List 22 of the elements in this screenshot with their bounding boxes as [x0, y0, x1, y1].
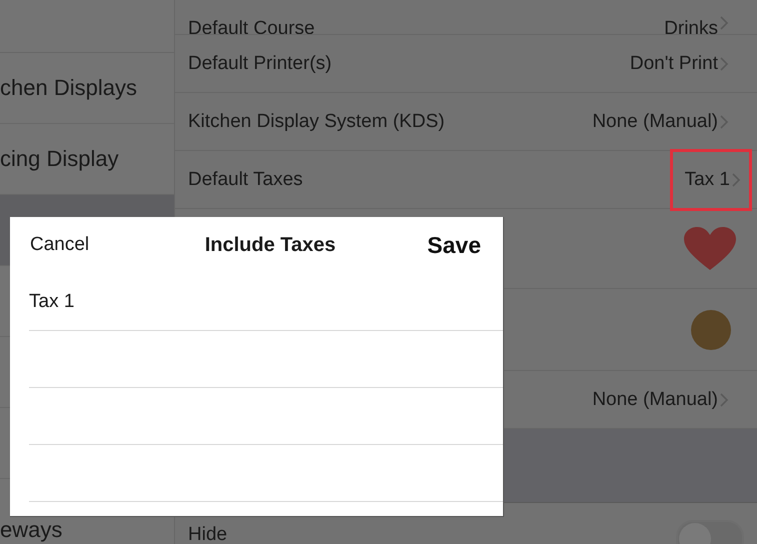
- chevron-icon: [719, 114, 729, 130]
- chevron-icon: [731, 172, 741, 188]
- save-button[interactable]: Save: [427, 232, 481, 258]
- cancel-button[interactable]: Cancel: [30, 234, 90, 256]
- chevron-icon: [719, 56, 729, 72]
- value-selector[interactable]: None (Manual): [592, 110, 729, 132]
- heart-icon: [683, 226, 737, 272]
- chevron-icon: [719, 15, 729, 31]
- setting-label: Kitchen Display System (KDS): [188, 110, 445, 132]
- value-selector[interactable]: Drinks: [664, 12, 729, 34]
- dialog-title: Include Taxes: [204, 234, 336, 256]
- setting-label: Default Taxes: [188, 168, 303, 190]
- tax-option[interactable]: Tax 1: [29, 273, 503, 331]
- value-selector[interactable]: None (Manual): [592, 388, 729, 410]
- setting-label: Hide: [188, 524, 228, 544]
- color-swatch[interactable]: [691, 310, 731, 350]
- value-selector[interactable]: Don't Print: [630, 52, 729, 74]
- setting-label: Default Course: [188, 18, 315, 34]
- setting-label: Default Printer(s): [188, 52, 332, 74]
- value-selector[interactable]: Tax 1: [672, 152, 749, 208]
- sidebar-item[interactable]: chen Displays: [0, 53, 174, 124]
- chevron-icon: [719, 392, 729, 408]
